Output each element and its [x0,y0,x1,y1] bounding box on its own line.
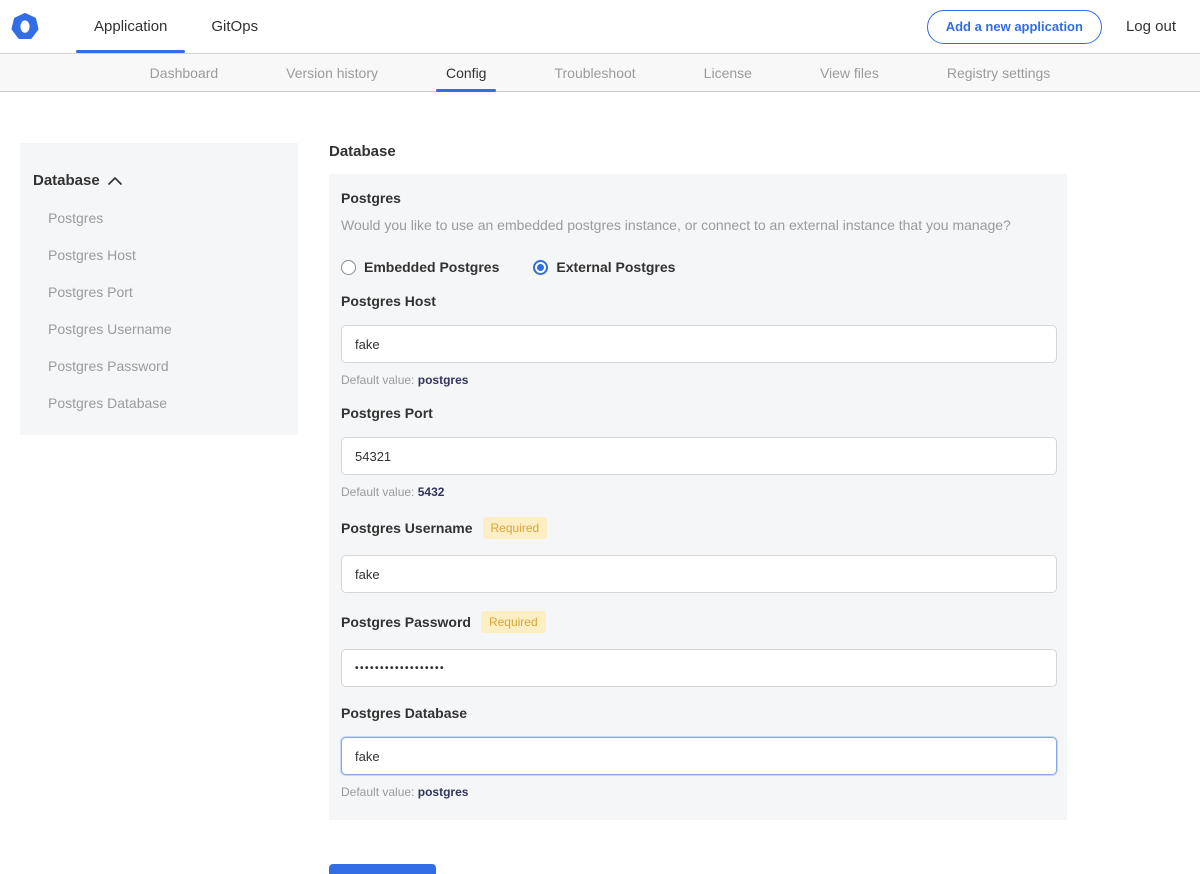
tab-application-label: Application [94,18,167,35]
sidebar-group-label: Database [33,172,100,189]
radio-selected-icon [533,260,548,275]
sidebar-item-postgres-username[interactable]: Postgres Username [33,321,284,337]
postgres-port-label: Postgres Port [341,405,433,421]
top-nav: Application GitOps Add a new application… [0,0,1200,53]
field-postgres-password: Postgres Password Required [341,611,1055,687]
postgres-group-help: Would you like to use an embedded postgr… [341,217,1055,233]
sidebar-item-postgres-host[interactable]: Postgres Host [33,247,284,263]
field-postgres-port: Postgres Port Default value: 5432 [341,405,1055,499]
subnav-dashboard[interactable]: Dashboard [144,54,225,91]
postgres-username-input[interactable] [341,555,1057,593]
save-config-button[interactable]: Save config [329,864,436,874]
subnav-troubleshoot[interactable]: Troubleshoot [548,54,641,91]
subnav-config[interactable]: Config [440,54,492,91]
default-value: postgres [418,785,469,799]
radio-embedded-postgres[interactable]: Embedded Postgres [341,259,499,275]
postgres-port-default-hint: Default value: 5432 [341,485,1055,499]
default-value: postgres [418,373,469,387]
subnav-registry-settings[interactable]: Registry settings [941,54,1056,91]
radio-external-postgres[interactable]: External Postgres [533,259,675,275]
required-badge: Required [481,611,546,633]
default-value: 5432 [418,485,445,499]
postgres-database-default-hint: Default value: postgres [341,785,1055,799]
postgres-username-label: Postgres Username [341,520,473,536]
radio-embedded-postgres-label: Embedded Postgres [364,259,499,275]
page-title: Database [329,143,1067,160]
postgres-password-label: Postgres Password [341,614,471,630]
field-postgres-username: Postgres Username Required [341,517,1055,593]
sidebar-item-list: Postgres Postgres Host Postgres Port Pos… [33,210,284,411]
app-sub-nav: Dashboard Version history Config Trouble… [0,53,1200,92]
postgres-host-label: Postgres Host [341,293,436,309]
subnav-license[interactable]: License [698,54,758,91]
add-application-button[interactable]: Add a new application [927,10,1102,44]
sidebar-item-postgres-password[interactable]: Postgres Password [33,358,284,374]
postgres-database-label: Postgres Database [341,705,467,721]
config-group-card: Postgres Would you like to use an embedd… [329,174,1067,820]
default-prefix: Default value: [341,485,414,499]
postgres-group-label: Postgres [341,190,1055,206]
default-prefix: Default value: [341,373,414,387]
sidebar-item-postgres-port[interactable]: Postgres Port [33,284,284,300]
logout-button[interactable]: Log out [1126,18,1176,35]
tab-gitops-label: GitOps [211,18,258,35]
top-nav-right: Add a new application Log out [927,10,1176,44]
app-logo-icon [10,12,40,42]
postgres-radio-group: Postgres Would you like to use an embedd… [341,190,1055,275]
field-postgres-host: Postgres Host Default value: postgres [341,293,1055,387]
sidebar-group-database[interactable]: Database [33,172,284,189]
postgres-host-default-hint: Default value: postgres [341,373,1055,387]
chevron-up-icon [108,177,122,185]
postgres-host-input[interactable] [341,325,1057,363]
sidebar-item-postgres[interactable]: Postgres [33,210,284,226]
top-tabs: Application GitOps [72,0,280,53]
subnav-version-history[interactable]: Version history [280,54,384,91]
content-area: Database Postgres Postgres Host Postgres… [0,92,1200,820]
tab-application[interactable]: Application [72,0,189,53]
required-badge: Required [483,517,548,539]
field-postgres-database: Postgres Database Default value: postgre… [341,705,1055,799]
postgres-port-input[interactable] [341,437,1057,475]
default-prefix: Default value: [341,785,414,799]
config-sidebar: Database Postgres Postgres Host Postgres… [20,143,298,435]
subnav-view-files[interactable]: View files [814,54,885,91]
postgres-database-input[interactable] [341,737,1057,775]
config-main: Database Postgres Would you like to use … [329,143,1067,820]
sidebar-item-postgres-database[interactable]: Postgres Database [33,395,284,411]
radio-external-postgres-label: External Postgres [556,259,675,275]
radio-unselected-icon [341,260,356,275]
postgres-password-input[interactable] [341,649,1057,687]
postgres-radio-row: Embedded Postgres External Postgres [341,259,1055,275]
tab-gitops[interactable]: GitOps [189,0,280,53]
